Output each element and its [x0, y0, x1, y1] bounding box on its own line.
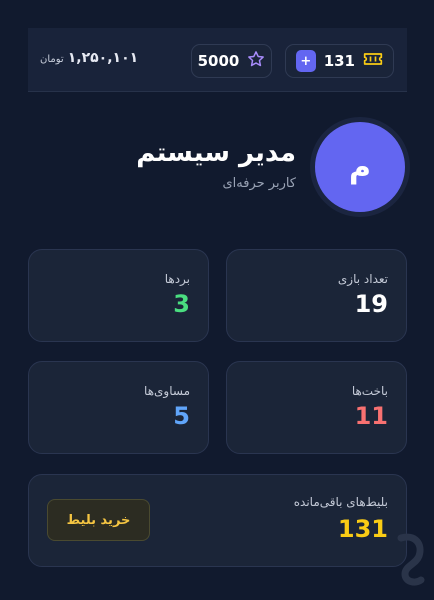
stars-count: 5000 — [197, 52, 240, 70]
wins-label: بردها — [164, 272, 190, 286]
draws-card: مساوی‌ها 5 — [28, 361, 209, 454]
losses-card: باخت‌ها 11 — [226, 361, 407, 454]
wallet-balance[interactable]: تومان ۱,۲۵۰,۱۰۱ — [40, 50, 138, 66]
star-icon — [247, 50, 265, 72]
remaining-tickets-value: 131 — [337, 515, 388, 543]
buy-ticket-button[interactable]: خرید بلیط — [47, 499, 150, 541]
tickets-pill[interactable]: + 131 — [285, 44, 394, 78]
stars-pill[interactable]: 5000 — [191, 44, 272, 78]
user-role: کاربر حرفه‌ای — [222, 176, 296, 191]
user-name: مدیر سیستم — [136, 138, 296, 168]
balance-amount: ۱,۲۵۰,۱۰۱ — [67, 50, 139, 66]
header-bar: تومان ۱,۲۵۰,۱۰۱ 5000 + 131 — [28, 28, 407, 92]
ticket-icon — [363, 51, 383, 71]
balance-unit: تومان — [40, 54, 64, 65]
avatar[interactable]: م — [310, 117, 410, 217]
wins-value: 3 — [173, 290, 190, 318]
games-played-card: تعداد بازی 19 — [226, 249, 407, 342]
remaining-tickets-label: بلیط‌های باقی‌مانده — [293, 495, 388, 509]
games-played-label: تعداد بازی — [337, 272, 388, 286]
games-played-value: 19 — [354, 290, 388, 318]
watermark-logo — [393, 530, 427, 590]
losses-value: 11 — [354, 402, 388, 430]
remaining-tickets-card: بلیط‌های باقی‌مانده 131 خرید بلیط — [28, 474, 407, 567]
draws-value: 5 — [173, 402, 190, 430]
draws-label: مساوی‌ها — [144, 384, 190, 398]
tickets-count: 131 — [323, 52, 355, 70]
add-tickets-button[interactable]: + — [296, 50, 316, 72]
wins-card: بردها 3 — [28, 249, 209, 342]
profile-section: م مدیر سیستم کاربر حرفه‌ای — [0, 110, 434, 220]
losses-label: باخت‌ها — [351, 384, 388, 398]
